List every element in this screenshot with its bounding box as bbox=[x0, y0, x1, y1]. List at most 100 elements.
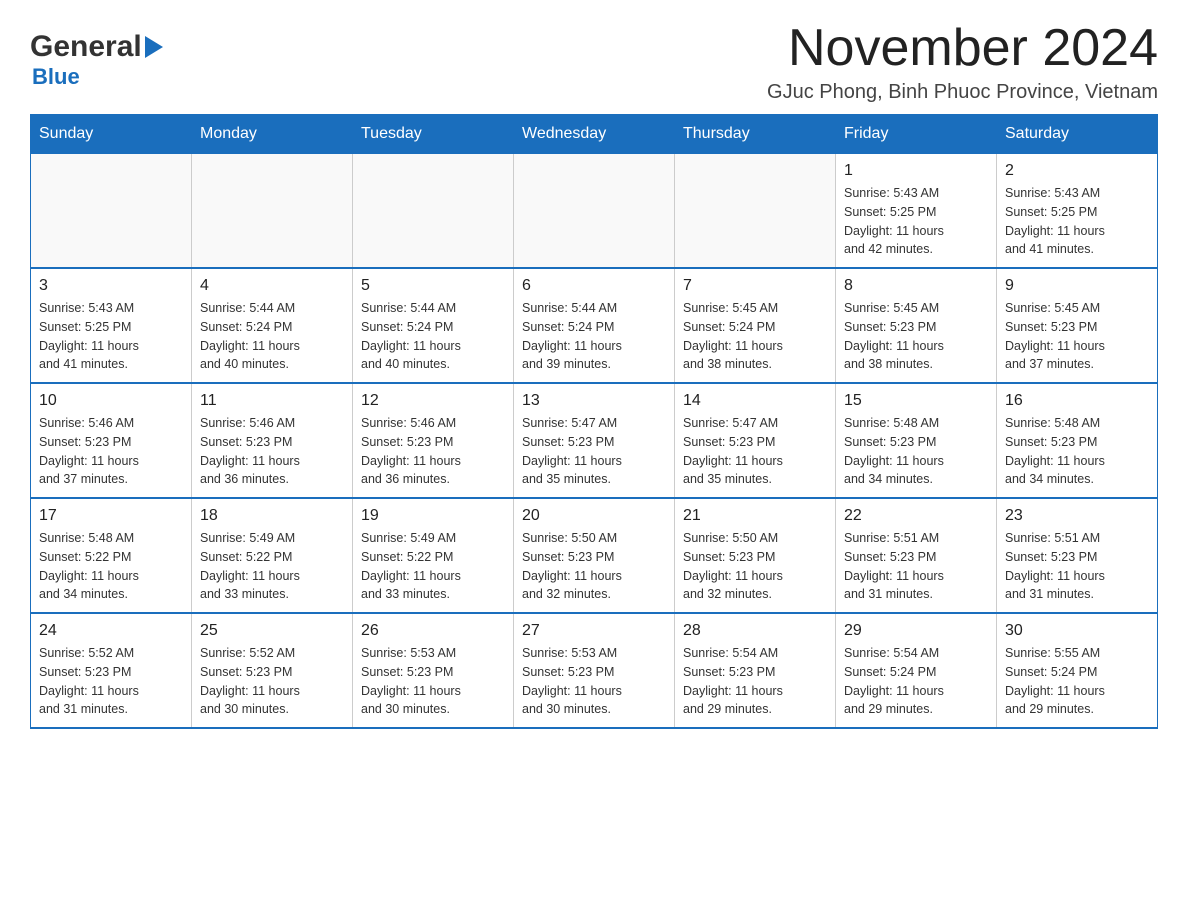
calendar-cell: 27Sunrise: 5:53 AMSunset: 5:23 PMDayligh… bbox=[514, 613, 675, 728]
day-info: Sunrise: 5:46 AMSunset: 5:23 PMDaylight:… bbox=[39, 414, 183, 489]
calendar-cell: 5Sunrise: 5:44 AMSunset: 5:24 PMDaylight… bbox=[353, 268, 514, 383]
day-info: Sunrise: 5:44 AMSunset: 5:24 PMDaylight:… bbox=[200, 299, 344, 374]
day-info: Sunrise: 5:55 AMSunset: 5:24 PMDaylight:… bbox=[1005, 644, 1149, 719]
calendar-cell: 23 Sunrise: 5:51 AMSunset: 5:23 PMDayligh… bbox=[997, 498, 1158, 613]
day-info-line: Sunrise: 5:45 AM bbox=[1005, 299, 1149, 318]
calendar-cell: 19Sunrise: 5:49 AMSunset: 5:22 PMDayligh… bbox=[353, 498, 514, 613]
calendar-cell: 15Sunrise: 5:48 AMSunset: 5:23 PMDayligh… bbox=[836, 383, 997, 498]
day-info-line: Daylight: 11 hours bbox=[522, 452, 666, 471]
day-info-line: and 30 minutes. bbox=[200, 700, 344, 719]
day-info-line: Daylight: 11 hours bbox=[683, 567, 827, 586]
calendar-cell: 12Sunrise: 5:46 AMSunset: 5:23 PMDayligh… bbox=[353, 383, 514, 498]
day-info-line: Sunset: 5:25 PM bbox=[1005, 203, 1149, 222]
calendar-cell bbox=[31, 154, 192, 269]
calendar-week-row: 3Sunrise: 5:43 AMSunset: 5:25 PMDaylight… bbox=[31, 268, 1158, 383]
day-info-line: Daylight: 11 hours bbox=[361, 337, 505, 356]
day-number: 4 bbox=[200, 277, 344, 295]
day-info-line: Sunrise: 5:52 AM bbox=[39, 644, 183, 663]
day-info-line: Sunset: 5:23 PM bbox=[39, 663, 183, 682]
day-number: 5 bbox=[361, 277, 505, 295]
day-info-line: and 32 minutes. bbox=[683, 585, 827, 604]
day-info-line: Daylight: 11 hours bbox=[39, 567, 183, 586]
day-info-line: and 33 minutes. bbox=[361, 585, 505, 604]
calendar-cell: 4 Sunrise: 5:44 AMSunset: 5:24 PMDaylight… bbox=[192, 268, 353, 383]
day-info-line: Sunset: 5:23 PM bbox=[1005, 433, 1149, 452]
day-number: 14 bbox=[683, 392, 827, 410]
day-info-line: Sunrise: 5:52 AM bbox=[200, 644, 344, 663]
day-info: Sunrise: 5:45 AMSunset: 5:24 PMDaylight:… bbox=[683, 299, 827, 374]
day-info-line: Sunset: 5:24 PM bbox=[200, 318, 344, 337]
calendar-cell: 7Sunrise: 5:45 AMSunset: 5:24 PMDaylight… bbox=[675, 268, 836, 383]
day-info-line: Sunrise: 5:53 AM bbox=[361, 644, 505, 663]
day-info-line: Daylight: 11 hours bbox=[1005, 337, 1149, 356]
day-info-line: Daylight: 11 hours bbox=[200, 567, 344, 586]
day-info-line: Sunrise: 5:44 AM bbox=[200, 299, 344, 318]
day-info-line: Daylight: 11 hours bbox=[1005, 452, 1149, 471]
day-info: Sunrise: 5:51 AMSunset: 5:23 PMDaylight:… bbox=[1005, 529, 1149, 604]
day-info-line: and 30 minutes. bbox=[361, 700, 505, 719]
calendar-cell: 14Sunrise: 5:47 AMSunset: 5:23 PMDayligh… bbox=[675, 383, 836, 498]
title-block: November 2024 GJuc Phong, Binh Phuoc Pro… bbox=[767, 20, 1158, 104]
day-info-line: Sunset: 5:24 PM bbox=[683, 318, 827, 337]
day-number: 27 bbox=[522, 622, 666, 640]
main-title: November 2024 bbox=[767, 20, 1158, 77]
day-info-line: Sunset: 5:24 PM bbox=[844, 663, 988, 682]
logo-general-text: General bbox=[30, 30, 142, 64]
header-wednesday: Wednesday bbox=[514, 115, 675, 154]
day-info-line: Sunrise: 5:46 AM bbox=[361, 414, 505, 433]
calendar-cell: 11Sunrise: 5:46 AMSunset: 5:23 PMDayligh… bbox=[192, 383, 353, 498]
day-info: Sunrise: 5:50 AMSunset: 5:23 PMDaylight:… bbox=[522, 529, 666, 604]
day-info-line: Sunrise: 5:55 AM bbox=[1005, 644, 1149, 663]
day-info-line: Sunrise: 5:51 AM bbox=[844, 529, 988, 548]
day-info-line: and 34 minutes. bbox=[844, 470, 988, 489]
day-info-line: Daylight: 11 hours bbox=[522, 567, 666, 586]
day-info-line: Sunrise: 5:44 AM bbox=[522, 299, 666, 318]
day-info-line: Sunset: 5:23 PM bbox=[844, 433, 988, 452]
day-info-line: Sunrise: 5:45 AM bbox=[844, 299, 988, 318]
day-number: 10 bbox=[39, 392, 183, 410]
day-info-line: Sunset: 5:23 PM bbox=[1005, 548, 1149, 567]
day-info-line: and 34 minutes. bbox=[39, 585, 183, 604]
day-info-line: Sunset: 5:23 PM bbox=[1005, 318, 1149, 337]
day-info-line: and 41 minutes. bbox=[39, 355, 183, 374]
day-info-line: and 38 minutes. bbox=[683, 355, 827, 374]
day-info-line: and 38 minutes. bbox=[844, 355, 988, 374]
day-info-line: Sunrise: 5:43 AM bbox=[39, 299, 183, 318]
day-info-line: Sunset: 5:23 PM bbox=[522, 548, 666, 567]
calendar-cell bbox=[514, 154, 675, 269]
day-info-line: Sunset: 5:24 PM bbox=[522, 318, 666, 337]
calendar-cell: 1Sunrise: 5:43 AMSunset: 5:25 PMDaylight… bbox=[836, 154, 997, 269]
day-info-line: Sunset: 5:23 PM bbox=[683, 433, 827, 452]
day-info-line: and 36 minutes. bbox=[200, 470, 344, 489]
calendar-cell: 16Sunrise: 5:48 AMSunset: 5:23 PMDayligh… bbox=[997, 383, 1158, 498]
calendar-week-row: 24Sunrise: 5:52 AMSunset: 5:23 PMDayligh… bbox=[31, 613, 1158, 728]
calendar-cell: 6Sunrise: 5:44 AMSunset: 5:24 PMDaylight… bbox=[514, 268, 675, 383]
calendar-cell: 26Sunrise: 5:53 AMSunset: 5:23 PMDayligh… bbox=[353, 613, 514, 728]
day-info: Sunrise: 5:50 AMSunset: 5:23 PMDaylight:… bbox=[683, 529, 827, 604]
day-info-line: and 31 minutes. bbox=[39, 700, 183, 719]
day-info: Sunrise: 5:44 AMSunset: 5:24 PMDaylight:… bbox=[522, 299, 666, 374]
header-saturday: Saturday bbox=[997, 115, 1158, 154]
day-number: 23 bbox=[1005, 507, 1149, 525]
calendar-week-row: 1Sunrise: 5:43 AMSunset: 5:25 PMDaylight… bbox=[31, 154, 1158, 269]
header-sunday: Sunday bbox=[31, 115, 192, 154]
calendar-cell: 25Sunrise: 5:52 AMSunset: 5:23 PMDayligh… bbox=[192, 613, 353, 728]
day-info: Sunrise: 5:49 AMSunset: 5:22 PMDaylight:… bbox=[200, 529, 344, 604]
logo-triangle-icon bbox=[145, 36, 163, 63]
day-info-line: and 34 minutes. bbox=[1005, 470, 1149, 489]
day-info: Sunrise: 5:54 AMSunset: 5:23 PMDaylight:… bbox=[683, 644, 827, 719]
calendar-cell: 28Sunrise: 5:54 AMSunset: 5:23 PMDayligh… bbox=[675, 613, 836, 728]
day-number: 21 bbox=[683, 507, 827, 525]
day-info-line: Sunset: 5:23 PM bbox=[361, 433, 505, 452]
logo-blue-text: Blue bbox=[32, 64, 80, 89]
day-info-line: and 40 minutes. bbox=[200, 355, 344, 374]
day-info-line: Daylight: 11 hours bbox=[522, 682, 666, 701]
calendar-cell: 30Sunrise: 5:55 AMSunset: 5:24 PMDayligh… bbox=[997, 613, 1158, 728]
day-info-line: Daylight: 11 hours bbox=[1005, 567, 1149, 586]
day-info-line: Daylight: 11 hours bbox=[361, 452, 505, 471]
day-info-line: Sunset: 5:24 PM bbox=[361, 318, 505, 337]
day-number: 3 bbox=[39, 277, 183, 295]
day-info-line: Daylight: 11 hours bbox=[522, 337, 666, 356]
day-info-line: Sunset: 5:23 PM bbox=[39, 433, 183, 452]
day-info-line: and 32 minutes. bbox=[522, 585, 666, 604]
